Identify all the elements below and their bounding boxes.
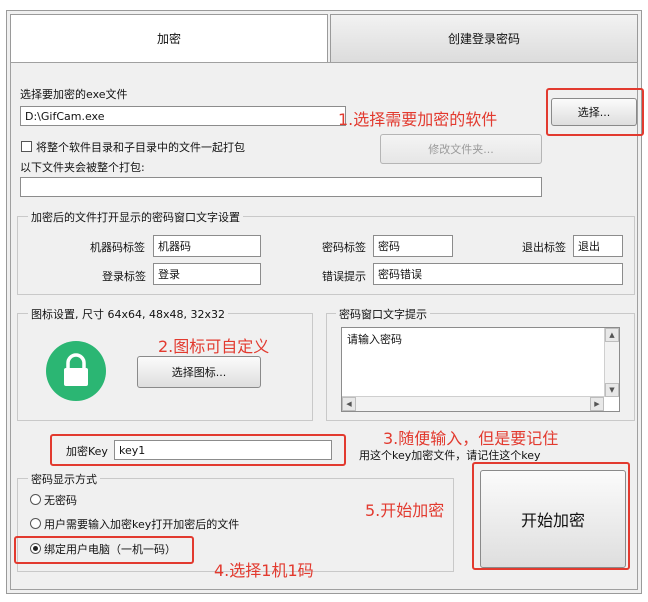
machine-code-input[interactable]: 机器码: [153, 235, 261, 257]
select-icon-button[interactable]: 选择图标...: [137, 356, 261, 388]
password-label-input[interactable]: 密码: [373, 235, 453, 257]
key-hint: 用这个key加密文件，请记住这个key: [359, 449, 541, 462]
pack-directory-label: 将整个软件目录和子目录中的文件一起打包: [36, 141, 245, 154]
horizontal-scrollbar[interactable]: ◀ ▶: [342, 396, 604, 411]
error-prompt-input[interactable]: 密码错误: [373, 263, 623, 285]
display-mode-title: 密码显示方式: [28, 471, 100, 487]
scroll-down-icon[interactable]: ▼: [605, 383, 619, 397]
password-prompt-title: 密码窗口文字提示: [336, 306, 430, 322]
radio-key-password-label: 用户需要输入加密key打开加密后的文件: [44, 518, 240, 531]
key-label: 加密Key: [66, 445, 108, 458]
login-label-input[interactable]: 登录: [153, 263, 261, 285]
exe-path-input[interactable]: D:\GifCam.exe: [20, 106, 346, 126]
tab-create-login-password[interactable]: 创建登录密码: [330, 14, 638, 62]
login-label-label: 登录标签: [102, 270, 146, 283]
password-prompt-textarea[interactable]: 请输入密码 ▲ ▼ ◀ ▶: [341, 327, 620, 412]
pack-directory-checkbox[interactable]: [21, 141, 32, 152]
annotation-2: 2.图标可自定义: [158, 337, 270, 356]
radio-key-password[interactable]: [30, 518, 41, 529]
key-input[interactable]: key1: [114, 440, 332, 460]
pack-folder-input[interactable]: [20, 177, 542, 197]
scroll-right-icon[interactable]: ▶: [590, 397, 604, 411]
scroll-up-icon[interactable]: ▲: [605, 328, 619, 342]
annotation-3: 3.随便输入，但是要记住: [383, 429, 559, 448]
radio-bind-computer[interactable]: [30, 543, 41, 554]
modify-folder-button[interactable]: 修改文件夹...: [380, 134, 542, 164]
window-text-settings-title: 加密后的文件打开显示的密码窗口文字设置: [28, 209, 243, 225]
password-prompt-text: 请输入密码: [347, 333, 402, 346]
icon-settings-title: 图标设置, 尺寸 64x64, 48x48, 32x32: [28, 306, 228, 322]
scroll-left-icon[interactable]: ◀: [342, 397, 356, 411]
error-prompt-label: 错误提示: [322, 270, 366, 283]
select-file-highlight-box: [546, 88, 644, 136]
radio-no-password[interactable]: [30, 494, 41, 505]
annotation-5: 5.开始加密: [365, 501, 445, 520]
annotation-1: 1.选择需要加密的软件: [338, 110, 498, 129]
radio-no-password-label: 无密码: [44, 494, 77, 507]
radio-bind-computer-label: 绑定用户电脑（一机一码）: [44, 543, 176, 556]
password-label-label: 密码标签: [322, 241, 366, 254]
start-encrypt-highlight-box: [472, 462, 630, 570]
tab-create-login-password-label: 创建登录密码: [447, 32, 520, 46]
tab-encrypt[interactable]: 加密: [10, 14, 328, 62]
tab-encrypt-label: 加密: [156, 32, 181, 46]
pack-folder-label: 以下文件夹会被整个打包:: [20, 161, 145, 174]
annotation-4: 4.选择1机1码: [214, 561, 314, 580]
vertical-scrollbar[interactable]: ▲ ▼: [604, 328, 619, 397]
exit-label-input[interactable]: 退出: [573, 235, 623, 257]
machine-code-label: 机器码标签: [90, 241, 145, 254]
exit-label-label: 退出标签: [522, 241, 566, 254]
lock-icon: [45, 340, 107, 402]
exe-file-label: 选择要加密的exe文件: [20, 88, 128, 101]
